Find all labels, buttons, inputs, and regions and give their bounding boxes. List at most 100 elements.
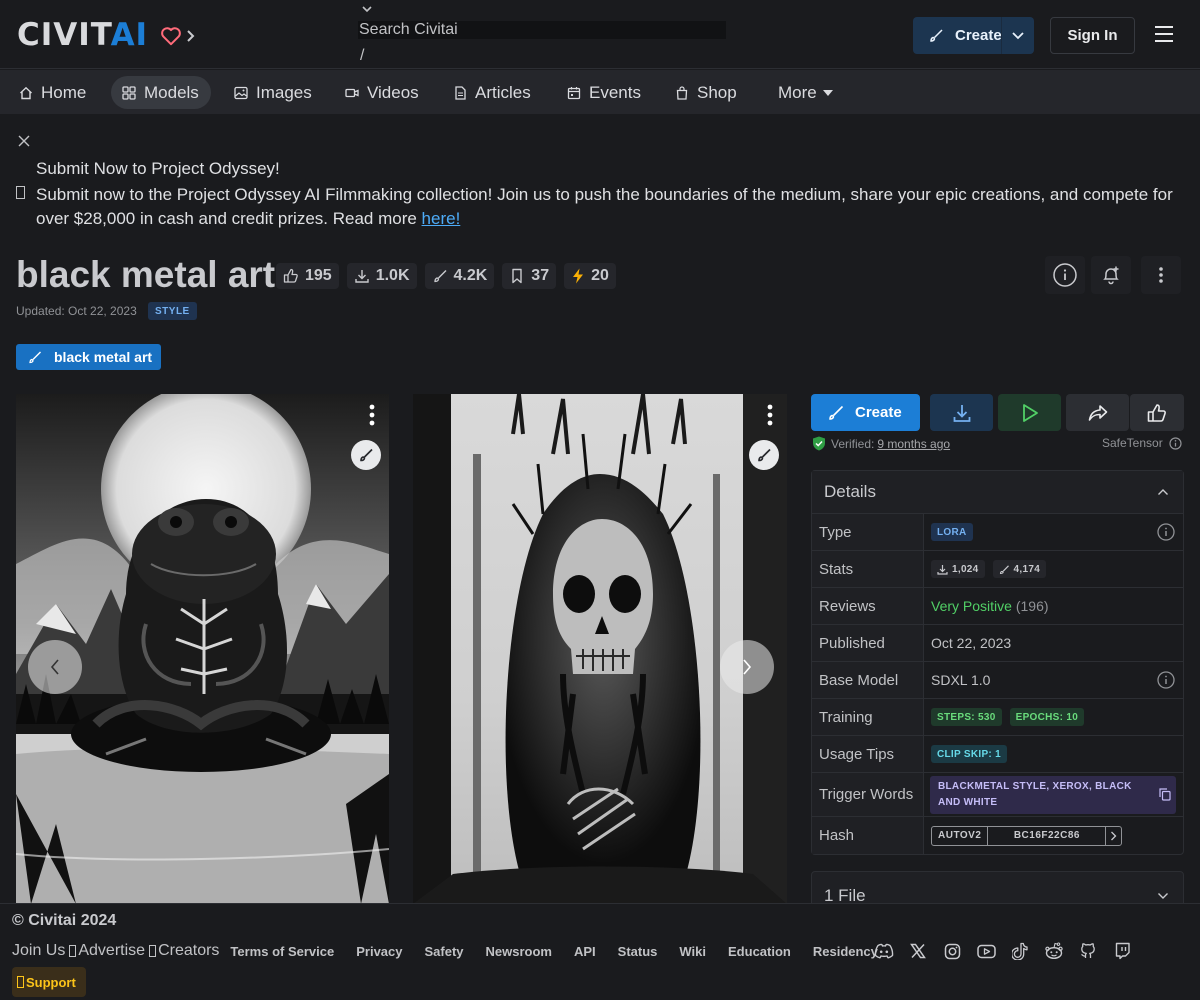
footer-privacy[interactable]: Privacy <box>356 944 402 959</box>
bookmarks-stat[interactable]: 37 <box>502 263 557 289</box>
discord-icon[interactable] <box>873 940 895 962</box>
brush-icon <box>432 268 454 284</box>
footer-education[interactable]: Education <box>728 944 791 959</box>
chevron-down-icon[interactable] <box>361 4 373 14</box>
hamburger-menu-icon[interactable] <box>1154 25 1174 43</box>
model-stats: 195 1.0K 4.2K 37 20 <box>276 263 624 289</box>
verified-status: Verified: 9 months ago <box>812 436 950 451</box>
details-row-stats: Stats 1,024 4,174 <box>812 550 1183 587</box>
hash-display[interactable]: AUTOV2 BC16F22C86 <box>931 825 1123 846</box>
info-icon[interactable] <box>1157 523 1175 541</box>
caret-down-icon <box>817 89 833 97</box>
announcement-body: Submit now to the Project Odyssey AI Fil… <box>36 185 1173 228</box>
info-icon[interactable] <box>1163 436 1182 450</box>
sign-in-button[interactable]: Sign In <box>1050 17 1135 54</box>
footer-creators[interactable]: Creators <box>158 942 219 960</box>
x-icon[interactable] <box>907 940 929 962</box>
footer-residency[interactable]: Residency <box>813 944 878 959</box>
search-input[interactable] <box>358 21 726 39</box>
notify-button[interactable] <box>1091 256 1131 294</box>
review-sentiment[interactable]: Very Positive <box>931 598 1012 614</box>
copy-icon[interactable] <box>1159 788 1171 801</box>
review-count: (196) <box>1015 598 1049 614</box>
support-button[interactable]: Support <box>12 967 86 997</box>
header-create-button[interactable]: Create <box>913 17 1034 54</box>
more-options-button[interactable] <box>1141 256 1181 294</box>
create-button[interactable]: Create <box>811 394 920 431</box>
footer-newsroom[interactable]: Newsroom <box>486 944 552 959</box>
hash-type[interactable]: AUTOV2 <box>932 826 989 845</box>
announcement-link[interactable]: here! <box>422 209 461 228</box>
nav-videos[interactable]: Videos <box>337 76 427 109</box>
tiktok-icon[interactable] <box>1009 940 1031 962</box>
hash-value[interactable]: BC16F22C86 <box>988 826 1107 845</box>
generations-stat[interactable]: 4.2K <box>424 263 495 289</box>
nav-shop[interactable]: Shop <box>667 76 745 109</box>
category-badge[interactable]: STYLE <box>148 302 197 320</box>
chevron-right-icon[interactable] <box>186 29 196 43</box>
model-version-tag[interactable]: black metal art <box>16 344 162 370</box>
chevron-down-icon[interactable] <box>1011 28 1025 42</box>
carousel-next-button[interactable] <box>720 640 774 694</box>
nav-models[interactable]: Models <box>111 76 211 109</box>
main-nav: Home Models Images Videos Articles Event… <box>0 70 1200 114</box>
nav-articles[interactable]: Articles <box>445 76 539 109</box>
support-icon <box>17 976 24 988</box>
brush-icon <box>827 404 855 422</box>
carousel-prev-button[interactable] <box>28 640 82 694</box>
dots-vertical-icon <box>1158 266 1164 284</box>
likes-stat[interactable]: 195 <box>276 263 339 289</box>
footer-links: Join Us Advertise Creators Terms of Serv… <box>12 940 889 962</box>
nav-events[interactable]: Events <box>559 76 649 109</box>
verified-date[interactable]: 9 months ago <box>877 437 950 451</box>
footer-wiki[interactable]: Wiki <box>679 944 706 959</box>
trigger-words-badge[interactable]: BLACKMETAL STYLE, XEROX, BLACK AND WHITE <box>930 775 1176 814</box>
details-row-trigger-words: Trigger Words BLACKMETAL STYLE, XEROX, B… <box>812 772 1183 816</box>
footer: © Civitai 2024 Join Us Advertise Creator… <box>0 903 1200 1000</box>
close-announcement-icon[interactable] <box>18 135 30 147</box>
model-info-button[interactable] <box>1045 256 1085 294</box>
play-icon <box>1021 403 1039 423</box>
twitch-icon[interactable] <box>1111 940 1133 962</box>
download-icon <box>952 403 972 423</box>
chevron-right-icon <box>741 658 753 676</box>
footer-advertise[interactable]: Advertise <box>78 942 145 960</box>
remix-brush-icon[interactable] <box>749 440 779 470</box>
youtube-icon[interactable] <box>975 940 997 962</box>
steps-badge: STEPS: 530 <box>931 708 1002 726</box>
brush-icon <box>28 350 54 364</box>
github-icon[interactable] <box>1077 940 1099 962</box>
footer-terms[interactable]: Terms of Service <box>230 944 334 959</box>
logo-civit: CIVIT <box>17 17 111 53</box>
remix-brush-icon[interactable] <box>351 440 381 470</box>
buzz-stat[interactable]: 20 <box>564 263 616 289</box>
info-icon[interactable] <box>1157 671 1175 689</box>
logo-ai: AI <box>110 17 149 53</box>
play-button[interactable] <box>998 394 1061 431</box>
instagram-icon[interactable] <box>941 940 963 962</box>
like-button[interactable] <box>1130 394 1184 431</box>
clip-skip-badge: CLIP SKIP: 1 <box>931 745 1007 763</box>
footer-status[interactable]: Status <box>618 944 658 959</box>
download-button[interactable] <box>930 394 993 431</box>
downloads-stat[interactable]: 1.0K <box>346 263 417 289</box>
footer-api[interactable]: API <box>574 944 596 959</box>
nav-images[interactable]: Images <box>226 76 320 109</box>
safetensor-label: SafeTensor <box>1102 436 1182 450</box>
image-options-icon[interactable] <box>767 404 773 426</box>
nav-home[interactable]: Home <box>11 76 94 109</box>
nav-more[interactable]: More <box>770 76 841 109</box>
thumb-up-icon <box>1147 403 1167 423</box>
search-shortcut: / <box>360 47 365 64</box>
share-button[interactable] <box>1066 394 1129 431</box>
image-options-icon[interactable] <box>369 404 375 426</box>
chevron-right-icon[interactable] <box>1106 827 1121 845</box>
footer-safety[interactable]: Safety <box>425 944 464 959</box>
reddit-icon[interactable] <box>1043 940 1065 962</box>
civitai-logo[interactable]: CIVITAI <box>17 20 196 51</box>
details-header[interactable]: Details <box>812 471 1183 514</box>
heart-icon[interactable] <box>160 26 182 46</box>
grid-icon <box>122 85 144 100</box>
file-text-icon <box>453 85 475 100</box>
footer-join-us[interactable]: Join Us <box>12 942 65 960</box>
